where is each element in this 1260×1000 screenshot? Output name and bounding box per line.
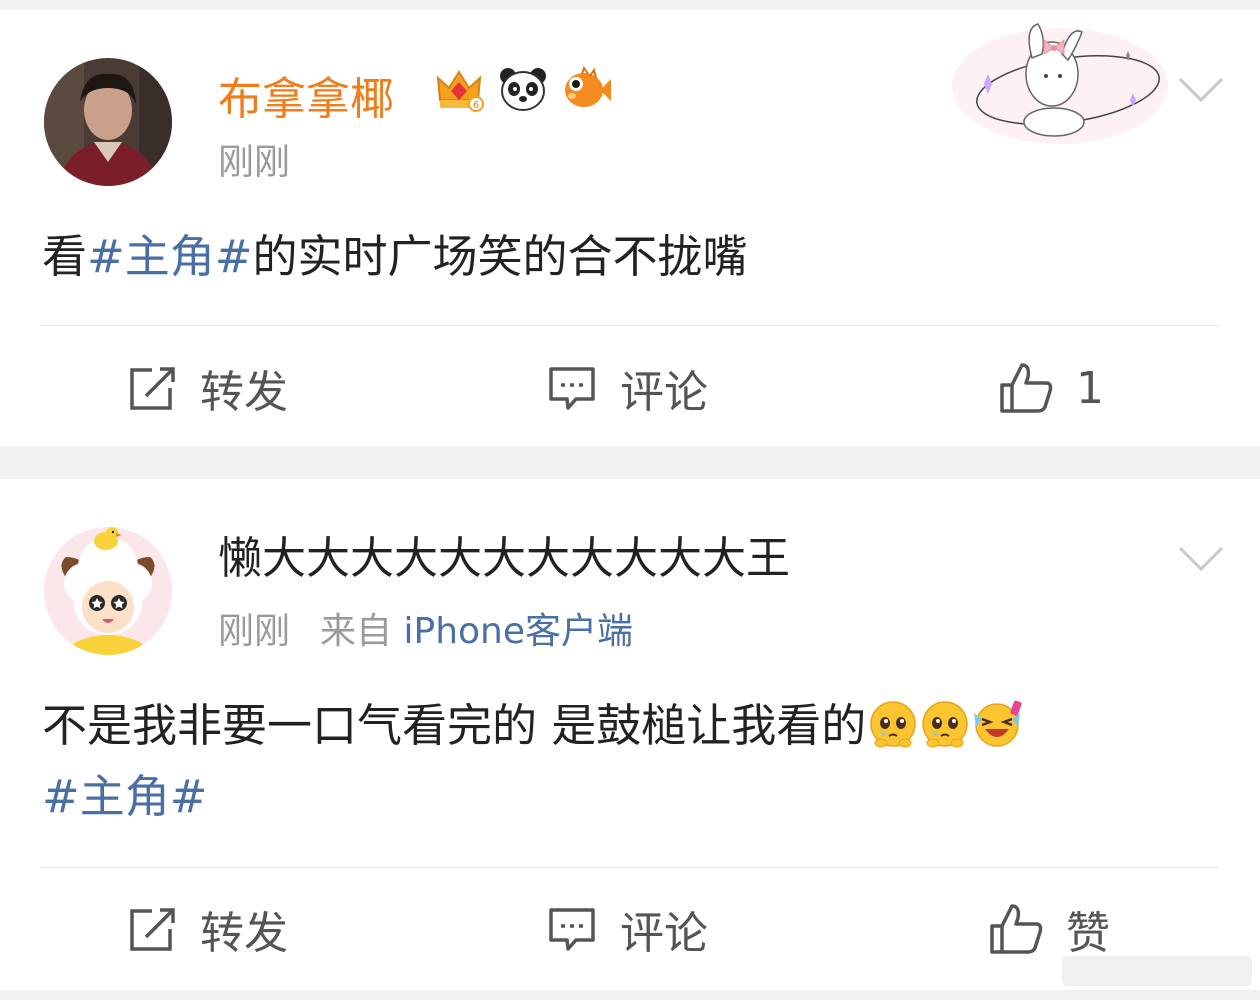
user-badges: 6 [434, 64, 612, 114]
source-prefix: 来自 [320, 611, 393, 652]
post-time: 刚刚 [218, 142, 291, 183]
post-text: 看#主角#的实时广场笑的合不拢嘴 [42, 222, 747, 292]
pufferfish-icon[interactable] [562, 64, 612, 114]
repost-button[interactable]: 转发 [126, 899, 288, 959]
comment-label: 评论 [620, 367, 708, 418]
post-card: 布拿拿椰 6 刚刚 看#主角#的实时广场笑的合不拢嘴 转发 评论 1 [0, 10, 1260, 446]
crown-level-6-icon[interactable]: 6 [434, 64, 484, 114]
chevron-down-icon[interactable] [1178, 545, 1224, 573]
post-text-segment: 的实时广场笑的合不拢嘴 [252, 230, 748, 283]
panda-icon[interactable] [498, 64, 548, 114]
comment-icon [549, 367, 595, 410]
post-text-segment: 不是我非要一口气看完的 是鼓槌让我看的 [42, 699, 867, 752]
chevron-down-icon[interactable] [1178, 76, 1224, 104]
pleading-face-icon [922, 701, 969, 748]
post-text: 不是我非要一口气看完的 是鼓槌让我看的 [42, 691, 1022, 761]
post-meta: 刚刚 来自 iPhone客户端 [218, 609, 633, 655]
comment-label: 评论 [620, 908, 708, 959]
username[interactable]: 布拿拿椰 [218, 72, 394, 128]
avatar[interactable] [44, 527, 172, 655]
avatar[interactable] [44, 58, 172, 186]
username[interactable]: 懒大大大大大大大大大大大王 [218, 531, 790, 587]
comment-button[interactable]: 评论 [546, 358, 708, 418]
divider [41, 867, 1219, 868]
comment-button[interactable]: 评论 [546, 899, 708, 959]
comment-icon [549, 908, 595, 951]
source-client-link[interactable]: iPhone客户端 [403, 611, 633, 652]
divider [41, 325, 1219, 326]
thumbs-up-icon [1000, 363, 1053, 413]
watermark-logo [1062, 956, 1252, 986]
pleading-face-icon [870, 701, 917, 748]
post-time: 刚刚 [218, 611, 291, 652]
repost-label: 转发 [200, 908, 288, 959]
post-card: 懒大大大大大大大大大大大王 刚刚 来自 iPhone客户端 不是我非要一口气看完的… [0, 479, 1260, 990]
repost-icon [130, 908, 175, 951]
thumbs-up-icon [990, 904, 1043, 954]
repost-label: 转发 [200, 367, 288, 418]
svg-text:6: 6 [473, 100, 479, 111]
like-button[interactable]: 1 [998, 358, 1104, 418]
post-text-segment: 看 [42, 230, 88, 283]
bunny-bow-card-decoration [952, 23, 1168, 144]
post-meta: 刚刚 [218, 140, 290, 186]
post-text-line2: #主角# [42, 762, 207, 832]
like-button[interactable]: 赞 [988, 899, 1110, 959]
topic-link[interactable]: #主角# [87, 230, 252, 283]
like-count: 1 [1076, 362, 1104, 414]
repost-button[interactable]: 转发 [126, 358, 288, 418]
topic-link[interactable]: #主角# [42, 770, 207, 823]
repost-icon [130, 367, 175, 410]
laughing-tears-icon [974, 700, 1022, 747]
